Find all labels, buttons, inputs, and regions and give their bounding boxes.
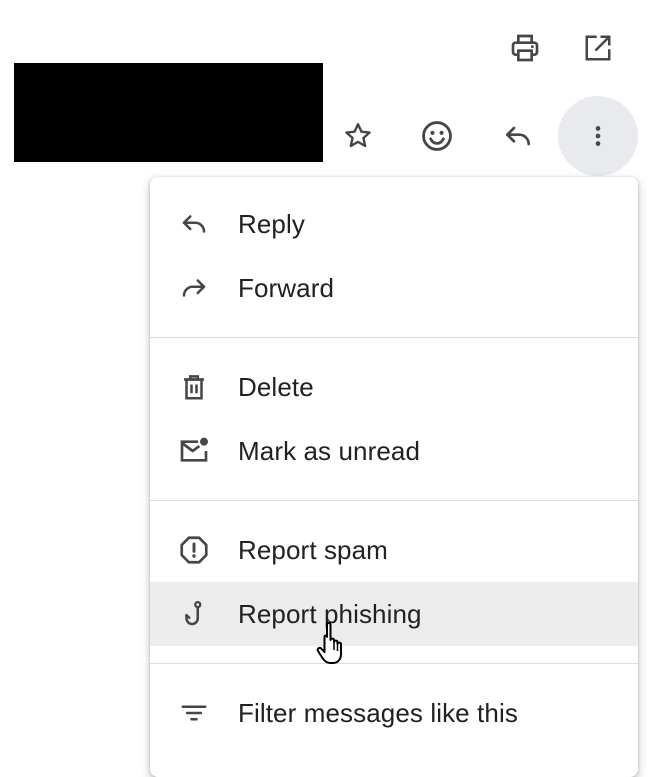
- filter-icon: [178, 697, 210, 729]
- reply-icon: [506, 126, 530, 146]
- menu-item-forward[interactable]: Forward: [150, 256, 638, 320]
- menu-item-delete[interactable]: Delete: [150, 355, 638, 419]
- more-options-menu: Reply Forward Delete Mark as unread Repo…: [150, 177, 638, 777]
- trash-icon: [178, 371, 210, 403]
- menu-item-label: Forward: [238, 272, 335, 303]
- forward-icon: [178, 272, 210, 304]
- redacted-sender-block: [14, 63, 323, 162]
- print-button[interactable]: [505, 28, 545, 68]
- menu-divider: [150, 337, 638, 338]
- emoji-reaction-button[interactable]: [416, 115, 458, 157]
- menu-item-filter-messages[interactable]: Filter messages like this: [150, 681, 638, 745]
- report-spam-icon: [178, 534, 210, 566]
- more-vert-icon: [595, 126, 601, 146]
- open-in-new-window-button[interactable]: [578, 28, 618, 68]
- menu-item-label: Delete: [238, 371, 314, 402]
- menu-item-report-spam[interactable]: Report spam: [150, 518, 638, 582]
- menu-item-mark-as-unread[interactable]: Mark as unread: [150, 419, 638, 483]
- print-icon: [511, 34, 539, 62]
- menu-item-reply[interactable]: Reply: [150, 192, 638, 256]
- menu-item-label: Filter messages like this: [238, 697, 518, 728]
- menu-item-label: Report spam: [238, 534, 388, 565]
- menu-item-label: Report phishing: [238, 598, 422, 629]
- menu-divider: [150, 500, 638, 501]
- reply-icon: [178, 208, 210, 240]
- menu-divider: [150, 663, 638, 664]
- open-in-new-window-icon: [585, 35, 611, 61]
- reply-button[interactable]: [497, 115, 539, 157]
- menu-item-label: Mark as unread: [238, 435, 421, 466]
- menu-item-report-phishing[interactable]: Report phishing: [150, 582, 638, 646]
- more-options-button[interactable]: [558, 96, 638, 176]
- phishing-hook-icon: [178, 598, 210, 630]
- mark-unread-icon: [178, 435, 210, 467]
- star-icon: [345, 123, 371, 148]
- star-button[interactable]: [337, 115, 379, 157]
- menu-item-label: Reply: [238, 208, 305, 239]
- emoji-icon: [422, 121, 452, 151]
